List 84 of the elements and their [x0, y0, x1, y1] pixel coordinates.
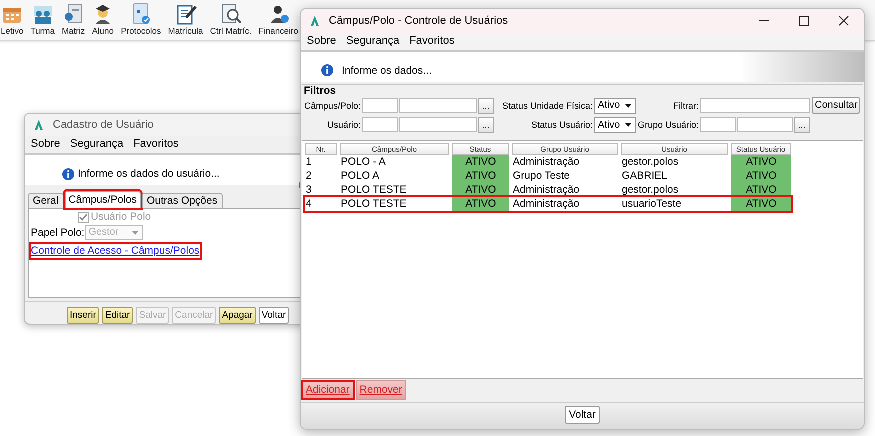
field-label: Status Usuário:: [530, 120, 594, 130]
status-cell: ATIVO: [452, 169, 509, 183]
field-label: Câmpus/Polo:: [304, 100, 362, 110]
table-cell-text: POLO TESTE: [340, 197, 408, 211]
toolbar-button[interactable]: Letivo: [0, 3, 26, 36]
document-search-icon: [220, 3, 242, 25]
table-cell-text: 3: [305, 183, 313, 197]
caret-icon: [132, 230, 139, 234]
table-cell-text: 2: [305, 169, 313, 183]
app-logo-icon: [33, 119, 45, 131]
table-cell-text: 1: [305, 155, 313, 169]
table-cell-text: GABRIEL: [621, 169, 669, 183]
form-button[interactable]: Voltar: [258, 307, 290, 324]
field-label: Status Unidade Física:: [501, 100, 594, 110]
toolbar-button[interactable]: Aluno: [90, 3, 116, 36]
document-edit-icon: [174, 3, 197, 25]
field-label: Filtrar:: [672, 100, 700, 110]
access-control-link[interactable]: Controle de Acesso - Câmpus/Polos: [31, 244, 200, 258]
info-message: Informe os dados...: [342, 64, 432, 76]
table-cell-text: gestor.polos: [621, 155, 680, 169]
lookup-button[interactable]: ...: [478, 117, 494, 133]
input-field[interactable]: [362, 117, 398, 132]
status-cell: ATIVO: [731, 169, 791, 183]
toolbar-button[interactable]: Matriz: [60, 3, 88, 36]
window-title: Cadastro de Usuário: [53, 119, 154, 131]
status-dropdown[interactable]: Ativo: [594, 117, 636, 133]
table-cell-text: usuarioTeste: [621, 197, 683, 211]
caret-icon: [625, 123, 632, 127]
status-cell: ATIVO: [731, 155, 791, 169]
input-field[interactable]: [399, 98, 477, 112]
maximize-icon[interactable]: [799, 16, 809, 26]
document-icon: [62, 3, 84, 25]
toolbar-button[interactable]: Ctrl Matríc.: [208, 3, 254, 36]
toolbar-button[interactable]: Turma: [28, 3, 57, 36]
close-icon[interactable]: [839, 16, 849, 26]
search-button[interactable]: Consultar: [812, 97, 860, 114]
table-cell-text: POLO A: [340, 169, 381, 183]
toolbar-button[interactable]: Protocolos: [119, 3, 164, 36]
menu-item[interactable]: Favoritos: [410, 35, 455, 47]
input-field[interactable]: [737, 117, 793, 132]
form-button[interactable]: Editar: [102, 307, 134, 324]
tab[interactable]: Outras Opções: [142, 193, 223, 208]
field-label: Papel Polo:: [31, 226, 85, 238]
input-field[interactable]: [700, 117, 736, 132]
caret-icon: [625, 104, 632, 108]
checkbox-label: Usuário Polo: [91, 211, 152, 223]
info-message: Informe os dados do usuário...: [78, 168, 221, 180]
field-label: Usuário:: [326, 120, 362, 130]
filter-field[interactable]: [700, 98, 810, 113]
people-icon: [32, 3, 54, 25]
table-cell-text: Administração: [512, 197, 581, 211]
lookup-button[interactable]: ...: [478, 98, 494, 114]
toolbar-button[interactable]: Financeiro: [256, 3, 300, 36]
table-cell-text: Administração: [512, 183, 581, 197]
table-cell-text: gestor.polos: [621, 183, 680, 197]
table-cell-text: POLO TESTE: [340, 183, 408, 197]
tab[interactable]: Geral: [28, 193, 64, 208]
form-button[interactable]: Inserir: [67, 307, 100, 324]
menu-item[interactable]: Sobre: [31, 138, 60, 150]
tab[interactable]: Câmpus/Polos: [64, 191, 141, 208]
lookup-button[interactable]: ...: [794, 117, 810, 133]
field-label: Grupo Usuário:: [636, 120, 700, 130]
status-dropdown[interactable]: Ativo: [594, 98, 636, 114]
menu-item[interactable]: Favoritos: [134, 138, 179, 150]
toolbar-button[interactable]: Matrícula: [166, 3, 206, 36]
window-title: Câmpus/Polo - Controle de Usuários: [329, 15, 510, 27]
input-field[interactable]: [362, 98, 398, 112]
form-button[interactable]: Apagar: [219, 307, 256, 324]
input-field[interactable]: [399, 117, 477, 132]
status-cell: ATIVO: [731, 197, 791, 211]
app-logo-icon: [309, 15, 321, 27]
table-cell-text: POLO - A: [340, 155, 387, 169]
info-icon: [321, 64, 334, 77]
group-title: Filtros: [304, 85, 338, 97]
table-cell-text: 4: [305, 197, 313, 211]
menu-item[interactable]: Segurança: [346, 35, 400, 47]
table-cell-text: Grupo Teste: [512, 169, 572, 183]
table-cell-text: Administração: [512, 155, 581, 169]
status-cell: ATIVO: [452, 155, 509, 169]
info-icon: [62, 168, 75, 180]
back-button[interactable]: Voltar: [565, 406, 600, 424]
menu-item[interactable]: Segurança: [70, 138, 124, 150]
status-cell: ATIVO: [452, 197, 509, 211]
menu-item[interactable]: Sobre: [307, 35, 336, 47]
